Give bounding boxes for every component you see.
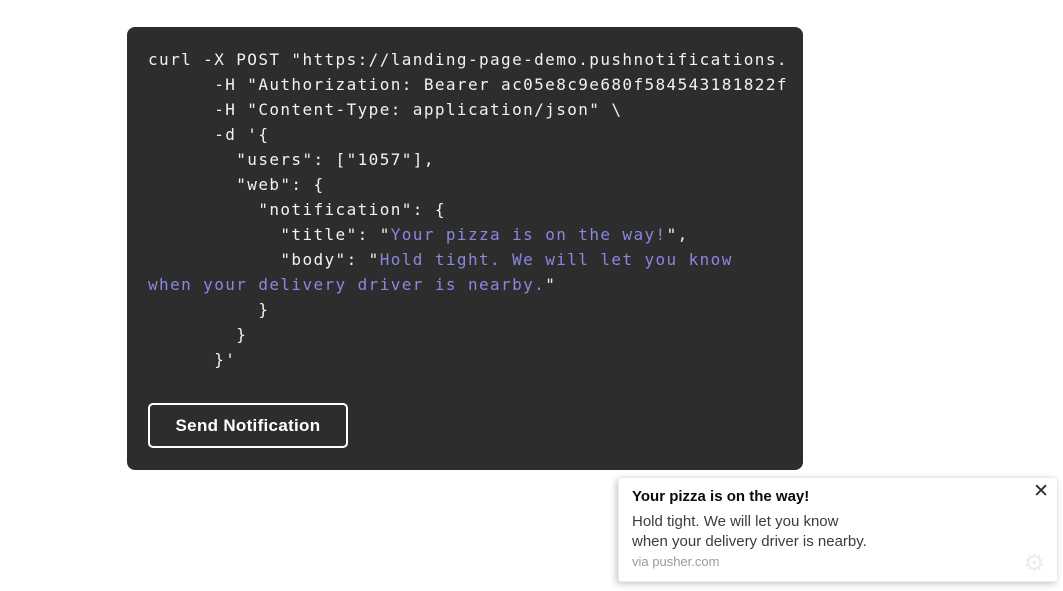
code-line: "body": "Hold tight. We will let you kno… (148, 247, 803, 272)
code-line: "notification": { (148, 197, 803, 222)
code-panel: curl -X POST "https://landing-page-demo.… (127, 27, 803, 470)
notification-title: Your pizza is on the way! (632, 487, 1017, 507)
code-line: "users": ["1057"], (148, 147, 803, 172)
notification-card[interactable]: Your pizza is on the way! Hold tight. We… (618, 477, 1058, 582)
code-line: "title": "Your pizza is on the way!", (148, 222, 803, 247)
send-notification-button[interactable]: Send Notification (148, 403, 348, 448)
code-line: } (148, 322, 803, 347)
close-icon[interactable]: ✕ (1033, 482, 1049, 501)
notification-body: Hold tight. We will let you know when yo… (632, 512, 1017, 552)
code-line: } (148, 297, 803, 322)
code-line: when your delivery driver is nearby." (148, 272, 803, 297)
notification-source: via pusher.com (632, 553, 1017, 570)
code-line: -H "Content-Type: application/json" \ (148, 97, 803, 122)
code-line: }' (148, 347, 803, 372)
code-line: -d '{ (148, 122, 803, 147)
settings-gear-icon[interactable]: ⚙ (1023, 551, 1045, 575)
code-block: curl -X POST "https://landing-page-demo.… (148, 47, 803, 372)
code-line: -H "Authorization: Bearer ac05e8c9e680f5… (148, 72, 803, 97)
code-line: curl -X POST "https://landing-page-demo.… (148, 47, 803, 72)
code-line: "web": { (148, 172, 803, 197)
